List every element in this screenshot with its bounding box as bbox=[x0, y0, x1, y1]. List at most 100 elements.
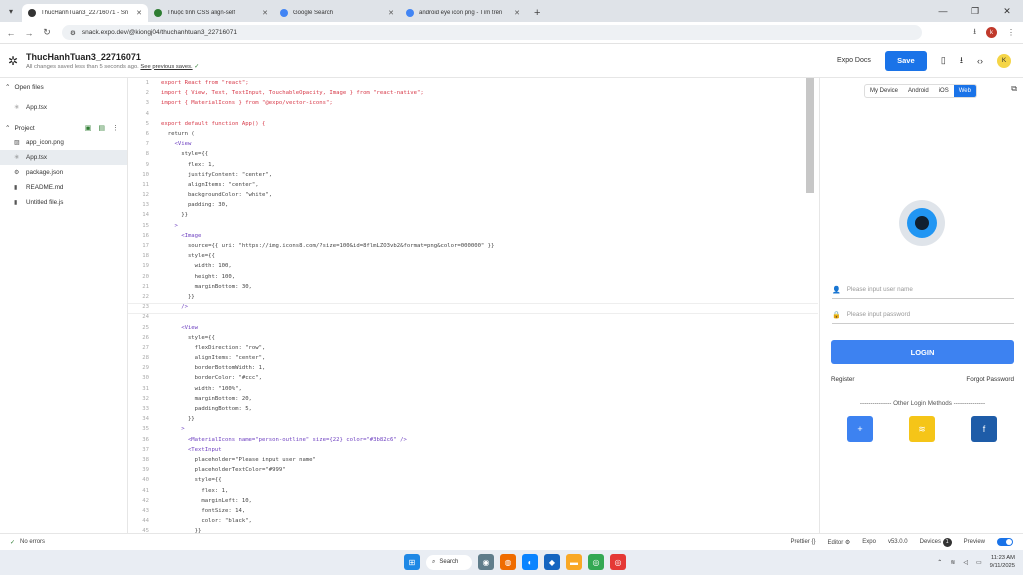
register-link[interactable]: Register bbox=[831, 376, 854, 383]
code-line[interactable]: }} bbox=[161, 210, 802, 220]
embed-code-icon[interactable]: ‹› bbox=[977, 56, 983, 66]
code-line[interactable]: <TextInput bbox=[161, 445, 802, 455]
password-field[interactable]: 🔒 Please input password bbox=[832, 306, 1014, 324]
code-line[interactable]: width: "100%", bbox=[161, 384, 802, 394]
code-line[interactable]: marginLeft: 10, bbox=[161, 496, 802, 506]
code-lines[interactable]: export React from "react"; import { View,… bbox=[161, 78, 802, 533]
qr-device-icon[interactable]: ▯ bbox=[941, 55, 946, 66]
open-files-section[interactable]: ⌃ Open files bbox=[0, 80, 127, 94]
tab-list-icon[interactable]: ▾ bbox=[0, 0, 22, 22]
code-line[interactable]: flexDirection: "row", bbox=[161, 343, 802, 353]
code-line[interactable]: export React from "react"; bbox=[161, 78, 802, 88]
code-line[interactable] bbox=[161, 109, 802, 119]
editor-scrollbar[interactable] bbox=[806, 78, 814, 193]
close-icon[interactable]: ✕ bbox=[262, 9, 268, 17]
previous-saves-link[interactable]: See previous saves. bbox=[140, 64, 192, 70]
reload-icon[interactable]: ↻ bbox=[40, 27, 54, 38]
file-explorer-icon[interactable]: ▬ bbox=[566, 554, 582, 570]
code-line[interactable]: import { View, Text, TextInput, Touchabl… bbox=[161, 88, 802, 98]
tab-google-search[interactable]: Google Search ✕ bbox=[274, 4, 400, 22]
code-line[interactable]: backgroundColor: "white", bbox=[161, 190, 802, 200]
code-line[interactable]: return ( bbox=[161, 129, 802, 139]
code-line[interactable]: > bbox=[161, 221, 802, 231]
chrome-icon[interactable]: ◎ bbox=[588, 554, 604, 570]
sdk-version-select[interactable]: v53.0.0 bbox=[888, 539, 908, 545]
code-line[interactable]: }} bbox=[161, 292, 802, 302]
avatar[interactable]: K bbox=[997, 53, 1011, 68]
tab-android[interactable]: Android bbox=[903, 85, 934, 97]
file-item[interactable]: ▨ app_icon.png bbox=[0, 135, 127, 150]
project-title[interactable]: ThucHanhTuan3_22716071 bbox=[26, 52, 199, 62]
code-line[interactable]: }} bbox=[161, 526, 802, 533]
editor-settings-button[interactable]: Editor ⚙ bbox=[828, 539, 851, 546]
tab-my-device[interactable]: My Device bbox=[865, 85, 903, 97]
close-icon[interactable]: ✕ bbox=[388, 9, 394, 17]
windows-start-icon[interactable]: ⊞ bbox=[404, 554, 420, 570]
code-line[interactable]: flex: 1, bbox=[161, 160, 802, 170]
expo-docs-link[interactable]: Expo Docs bbox=[837, 57, 871, 64]
preview-toggle[interactable] bbox=[997, 538, 1013, 546]
code-line[interactable]: placeholderTextColor="#999" bbox=[161, 465, 802, 475]
taskbar-search[interactable]: ⌕ Search bbox=[426, 554, 472, 570]
add-user-button[interactable]: + bbox=[847, 416, 873, 442]
code-line[interactable]: <Image bbox=[161, 231, 802, 241]
volume-icon[interactable]: ◁ bbox=[963, 559, 968, 566]
code-line[interactable]: import { MaterialIcons } from "@expo/vec… bbox=[161, 98, 802, 108]
code-line[interactable]: marginBottom: 20, bbox=[161, 394, 802, 404]
code-line[interactable]: color: "black", bbox=[161, 516, 802, 526]
open-file-item[interactable]: ⚛ App.tsx bbox=[0, 100, 127, 115]
new-tab-button[interactable]: + bbox=[526, 7, 548, 22]
close-window-icon[interactable]: ✕ bbox=[991, 6, 1023, 17]
code-line[interactable]: fontSize: 14, bbox=[161, 506, 802, 516]
code-line[interactable]: flex: 1, bbox=[161, 486, 802, 496]
code-line[interactable]: alignItems: "center", bbox=[161, 180, 802, 190]
tab-android-eye-icon[interactable]: android eye icon png - Tìm trên ✕ bbox=[400, 4, 526, 22]
code-line[interactable] bbox=[161, 312, 802, 322]
chrome-icon[interactable]: ◎ bbox=[610, 554, 626, 570]
prettier-button[interactable]: Prettier {} bbox=[791, 539, 816, 545]
tab-css-align-self[interactable]: Thuộc tính CSS align-self ✕ bbox=[148, 4, 274, 22]
code-line[interactable]: /> bbox=[161, 302, 802, 312]
code-line[interactable]: style={{ bbox=[161, 149, 802, 159]
battery-icon[interactable]: ▭ bbox=[976, 559, 982, 566]
firefox-icon[interactable]: ◍ bbox=[500, 554, 516, 570]
vscode-icon[interactable]: ◆ bbox=[544, 554, 560, 570]
file-item[interactable]: ▮ README.md bbox=[0, 180, 127, 195]
code-editor[interactable]: 1 2 3 4 5 6 7 8 9 10 11 12 13 14 15 16 17 18 19 20 21 22 23 24 2… bbox=[128, 78, 818, 533]
tab-web[interactable]: Web bbox=[953, 85, 976, 97]
errors-status[interactable]: No errors bbox=[20, 539, 45, 545]
code-line[interactable]: width: 100, bbox=[161, 261, 802, 271]
code-line[interactable]: style={{ bbox=[161, 475, 802, 485]
code-line[interactable]: <MaterialIcons name="person-outline" siz… bbox=[161, 435, 802, 445]
close-icon[interactable]: ✕ bbox=[136, 9, 142, 17]
code-line[interactable]: source={{ uri: "https://img.icons8.com/?… bbox=[161, 241, 802, 251]
more-icon[interactable]: ⋮ bbox=[112, 124, 119, 132]
new-folder-icon[interactable]: ▤ bbox=[98, 124, 105, 132]
new-file-icon[interactable]: ▣ bbox=[85, 124, 92, 132]
project-section[interactable]: ⌃ Project ▣ ▤ ⋮ bbox=[0, 121, 127, 135]
app-icon[interactable]: ◉ bbox=[478, 554, 494, 570]
file-item[interactable]: ▮ Untitled file.js bbox=[0, 195, 127, 210]
forgot-password-link[interactable]: Forgot Password bbox=[966, 376, 1014, 383]
open-external-icon[interactable]: ⧉ bbox=[1011, 84, 1017, 94]
code-line[interactable]: height: 100, bbox=[161, 272, 802, 282]
browser-menu-icon[interactable]: ⋮ bbox=[1007, 28, 1015, 37]
system-clock[interactable]: 11:23 AM 9/11/2025 bbox=[990, 554, 1015, 570]
url-field[interactable]: ⚙ snack.expo.dev/@kiongj04/thuchanhtuan3… bbox=[62, 25, 922, 40]
minimize-icon[interactable]: — bbox=[927, 6, 959, 16]
code-line[interactable]: justifyContent: "center", bbox=[161, 170, 802, 180]
download-icon[interactable]: ⭳ bbox=[973, 26, 976, 40]
expo-label[interactable]: Expo bbox=[862, 539, 876, 545]
code-line[interactable]: export default function App() { bbox=[161, 119, 802, 129]
code-line[interactable]: <View bbox=[161, 139, 802, 149]
devices-button[interactable]: Devices 1 bbox=[920, 537, 952, 547]
file-item[interactable]: ⚙ package.json bbox=[0, 165, 127, 180]
code-line[interactable]: borderBottomWidth: 1, bbox=[161, 363, 802, 373]
wifi-button[interactable]: ≋ bbox=[909, 416, 935, 442]
code-line[interactable]: placeholder="Please input user name" bbox=[161, 455, 802, 465]
back-icon[interactable]: ← bbox=[4, 28, 18, 38]
code-line[interactable]: }} bbox=[161, 414, 802, 424]
site-info-icon[interactable]: ⚙ bbox=[70, 29, 76, 37]
code-line[interactable]: padding: 30, bbox=[161, 200, 802, 210]
code-line[interactable]: borderColor: "#ccc", bbox=[161, 373, 802, 383]
